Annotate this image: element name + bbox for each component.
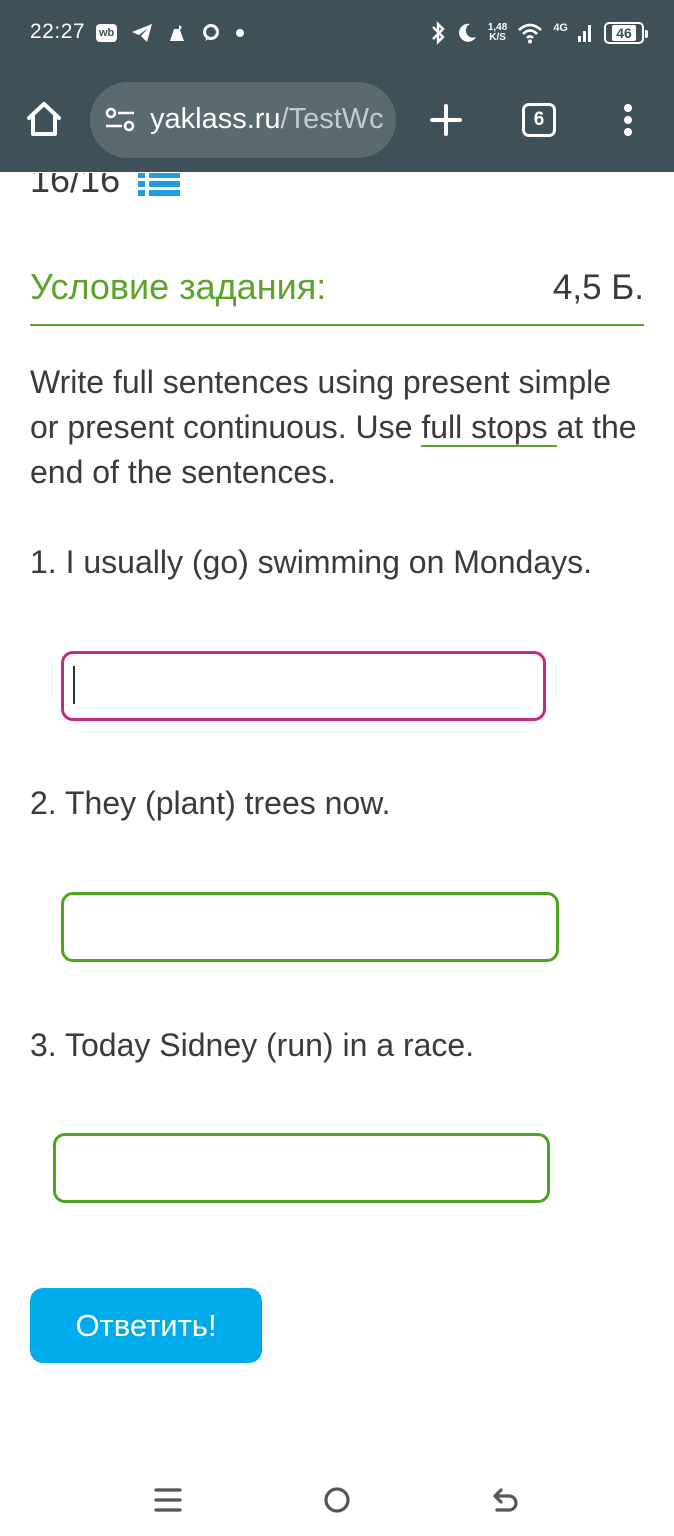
battery-level: 46 — [612, 25, 636, 41]
wifi-icon — [518, 23, 543, 44]
moon-icon — [458, 23, 476, 42]
home-circle-icon — [324, 1487, 350, 1513]
battery-icon: 46 — [604, 22, 648, 44]
submit-answer-button[interactable]: Ответить! — [30, 1288, 262, 1363]
back-nav-button[interactable] — [486, 1480, 526, 1520]
question-2-label: 2. They (plant) trees now. — [30, 785, 391, 821]
system-icons: 1,48 K/S 4G 46 — [430, 18, 648, 48]
glossary-term-link[interactable]: full stops — [421, 409, 557, 447]
home-button[interactable] — [22, 97, 66, 141]
bluetooth-icon — [431, 21, 445, 45]
url-host: yaklass.ru — [150, 103, 281, 135]
question-1-label: 1. I usually (go) swimming on Mondays. — [30, 544, 592, 580]
tab-switcher-button[interactable]: 6 — [522, 103, 556, 137]
wb-icon: wb — [96, 24, 118, 42]
task-list-icon[interactable] — [138, 172, 181, 196]
condition-header: Условие задания: 4,5 Б. — [30, 262, 644, 326]
task-instructions: Write full sentences using present simpl… — [30, 364, 637, 490]
task-points: 4,5 Б. — [552, 268, 644, 307]
answer-input-1[interactable] — [61, 651, 546, 721]
recent-apps-button[interactable] — [148, 1480, 188, 1520]
address-bar[interactable]: yaklass.ru/TestWc — [90, 82, 396, 158]
answer-input-2[interactable] — [61, 892, 559, 962]
signal-icon — [578, 25, 591, 42]
network-type: 4G — [553, 22, 568, 34]
app-icon — [170, 25, 185, 41]
system-nav-bar — [0, 1460, 674, 1536]
status-bar: 22:27 wb 1,48 K/S 4G 46 — [0, 0, 674, 70]
plus-icon — [430, 104, 462, 136]
back-icon — [493, 1488, 518, 1512]
telegram-icon — [132, 24, 153, 42]
question-3-label: 3. Today Sidney (run) in a race. — [30, 1027, 475, 1063]
status-time: 22:27 — [30, 20, 86, 43]
browser-menu-button[interactable] — [612, 98, 644, 142]
top-chrome: 22:27 wb 1,48 K/S 4G 46 yaklass.ru/TestW… — [0, 0, 674, 172]
more-vert-icon — [624, 104, 632, 136]
dot-icon — [236, 29, 245, 37]
chat-icon — [203, 24, 220, 41]
text-cursor — [73, 666, 75, 704]
home-nav-button[interactable] — [317, 1480, 357, 1520]
condition-title: Условие задания: — [30, 266, 327, 307]
network-speed: 1,48 K/S — [487, 22, 508, 43]
notification-icons: wb — [96, 20, 245, 46]
url-path: /TestWc — [280, 103, 384, 135]
browser-toolbar: yaklass.ru/TestWc 6 — [0, 70, 674, 172]
answer-input-3[interactable] — [53, 1133, 550, 1203]
url-text[interactable]: yaklass.ru/TestWc — [150, 103, 384, 136]
home-icon — [27, 102, 61, 136]
site-settings-icon[interactable] — [104, 106, 136, 134]
menu-icon — [154, 1488, 182, 1512]
new-tab-button[interactable] — [424, 98, 468, 142]
